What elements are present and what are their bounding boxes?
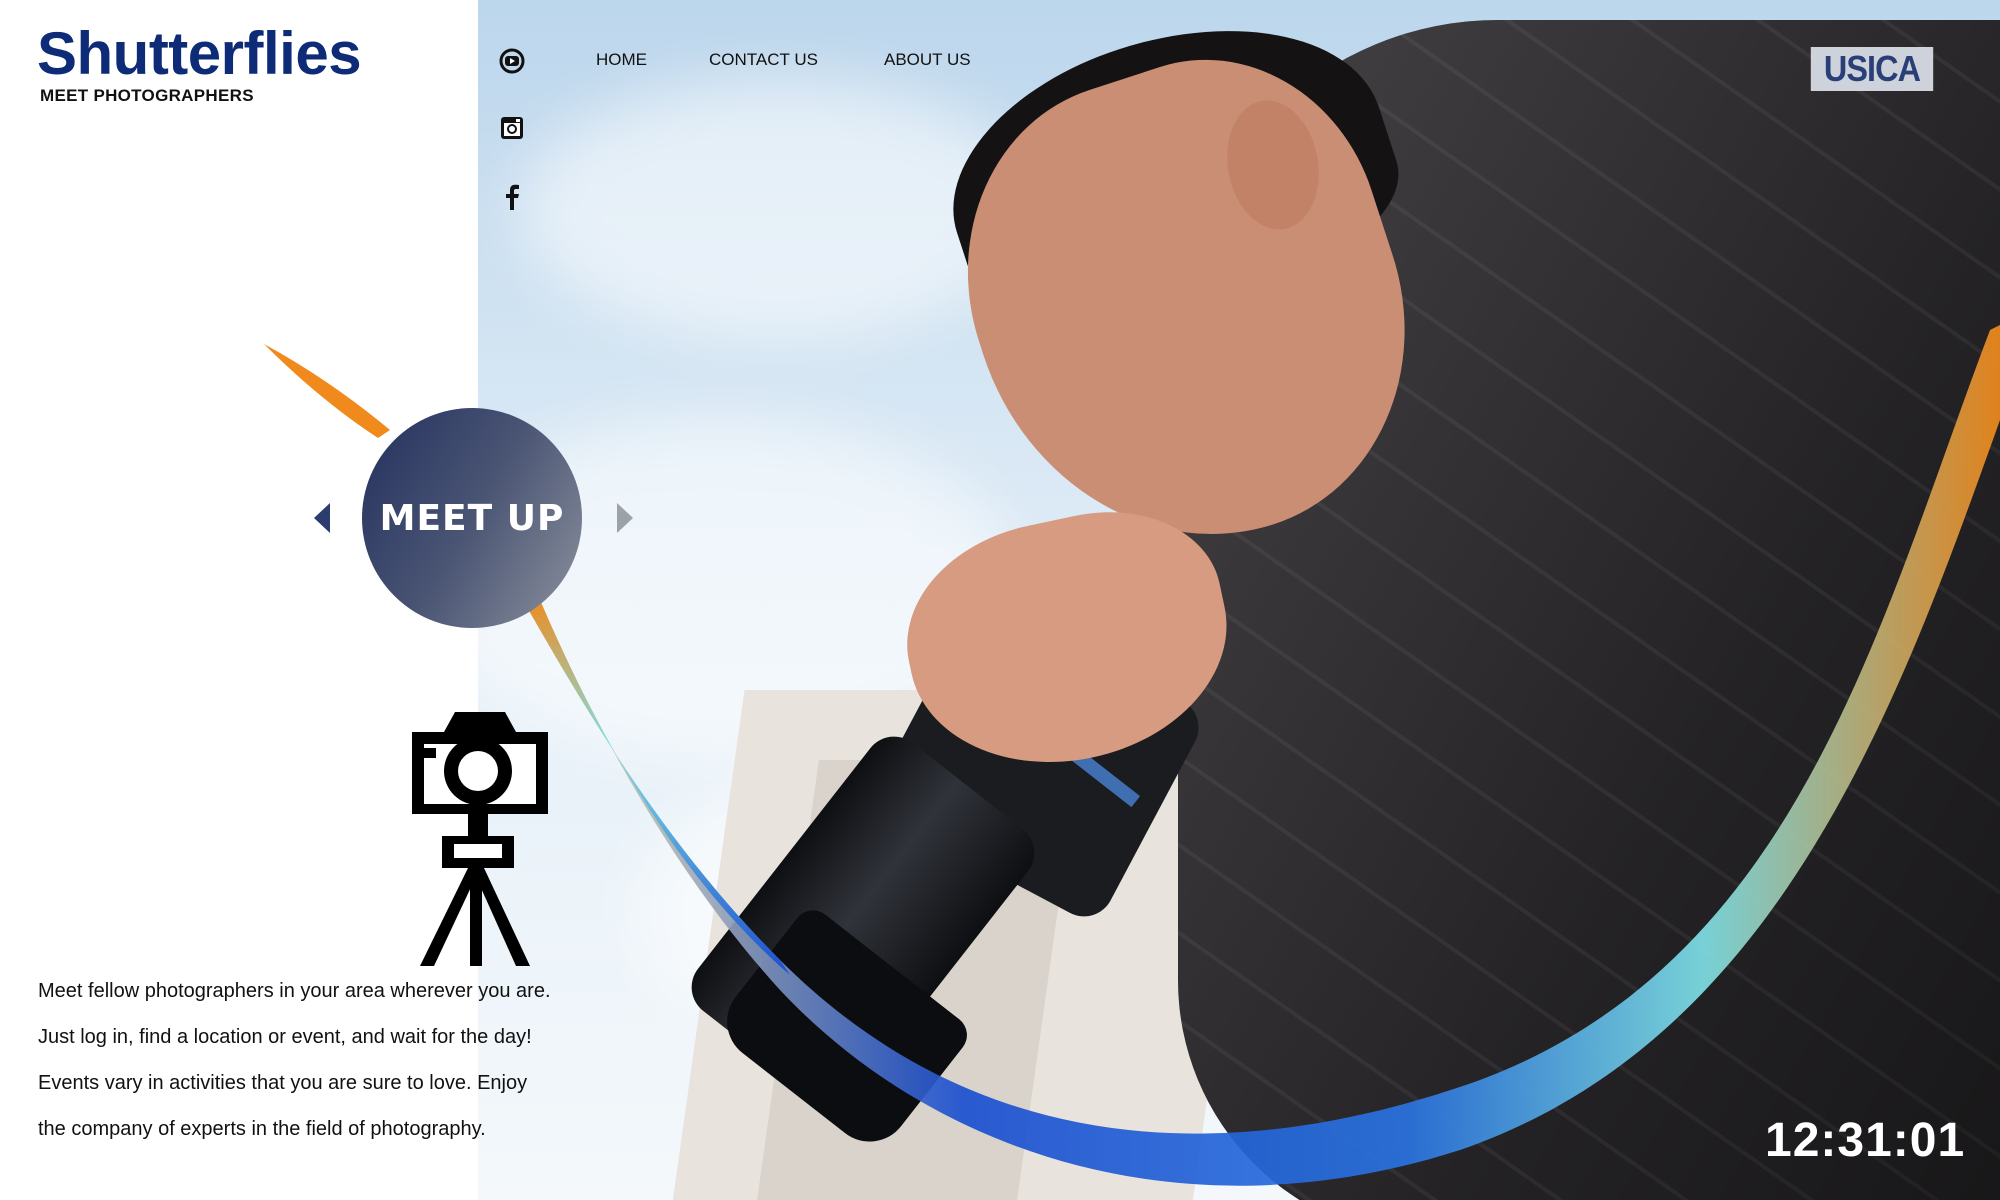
- nav-home[interactable]: HOME: [596, 50, 647, 70]
- youtube-icon[interactable]: [497, 46, 527, 76]
- description: Meet fellow photographers in your area w…: [38, 968, 638, 1152]
- description-line: Just log in, find a location or event, a…: [38, 1026, 532, 1048]
- clock: 12:31:01: [1765, 1114, 1966, 1167]
- usica-badge: USICA: [1810, 47, 1934, 91]
- nav-contact-us[interactable]: CONTACT US: [709, 50, 818, 70]
- nav-about-us[interactable]: ABOUT US: [884, 50, 971, 70]
- instagram-icon[interactable]: [497, 113, 527, 143]
- description-line: Events vary in activities that you are s…: [38, 1072, 528, 1094]
- hero-photo: [478, 0, 2000, 1200]
- meet-up-button[interactable]: MEET UP: [362, 408, 582, 628]
- prev-arrow-icon[interactable]: [314, 503, 330, 533]
- brand[interactable]: Shutterflies MEET PHOTOGRAPHERS: [37, 18, 362, 106]
- description-line: Meet fellow photographers in your area w…: [38, 980, 551, 1002]
- facebook-icon[interactable]: [497, 182, 527, 212]
- description-line: the company of experts in the field of p…: [38, 1118, 486, 1140]
- meet-up-label: MEET UP: [379, 497, 565, 539]
- brand-logo[interactable]: Shutterflies: [37, 18, 362, 90]
- camera-tripod-icon: [400, 708, 560, 968]
- next-arrow-icon[interactable]: [617, 503, 633, 533]
